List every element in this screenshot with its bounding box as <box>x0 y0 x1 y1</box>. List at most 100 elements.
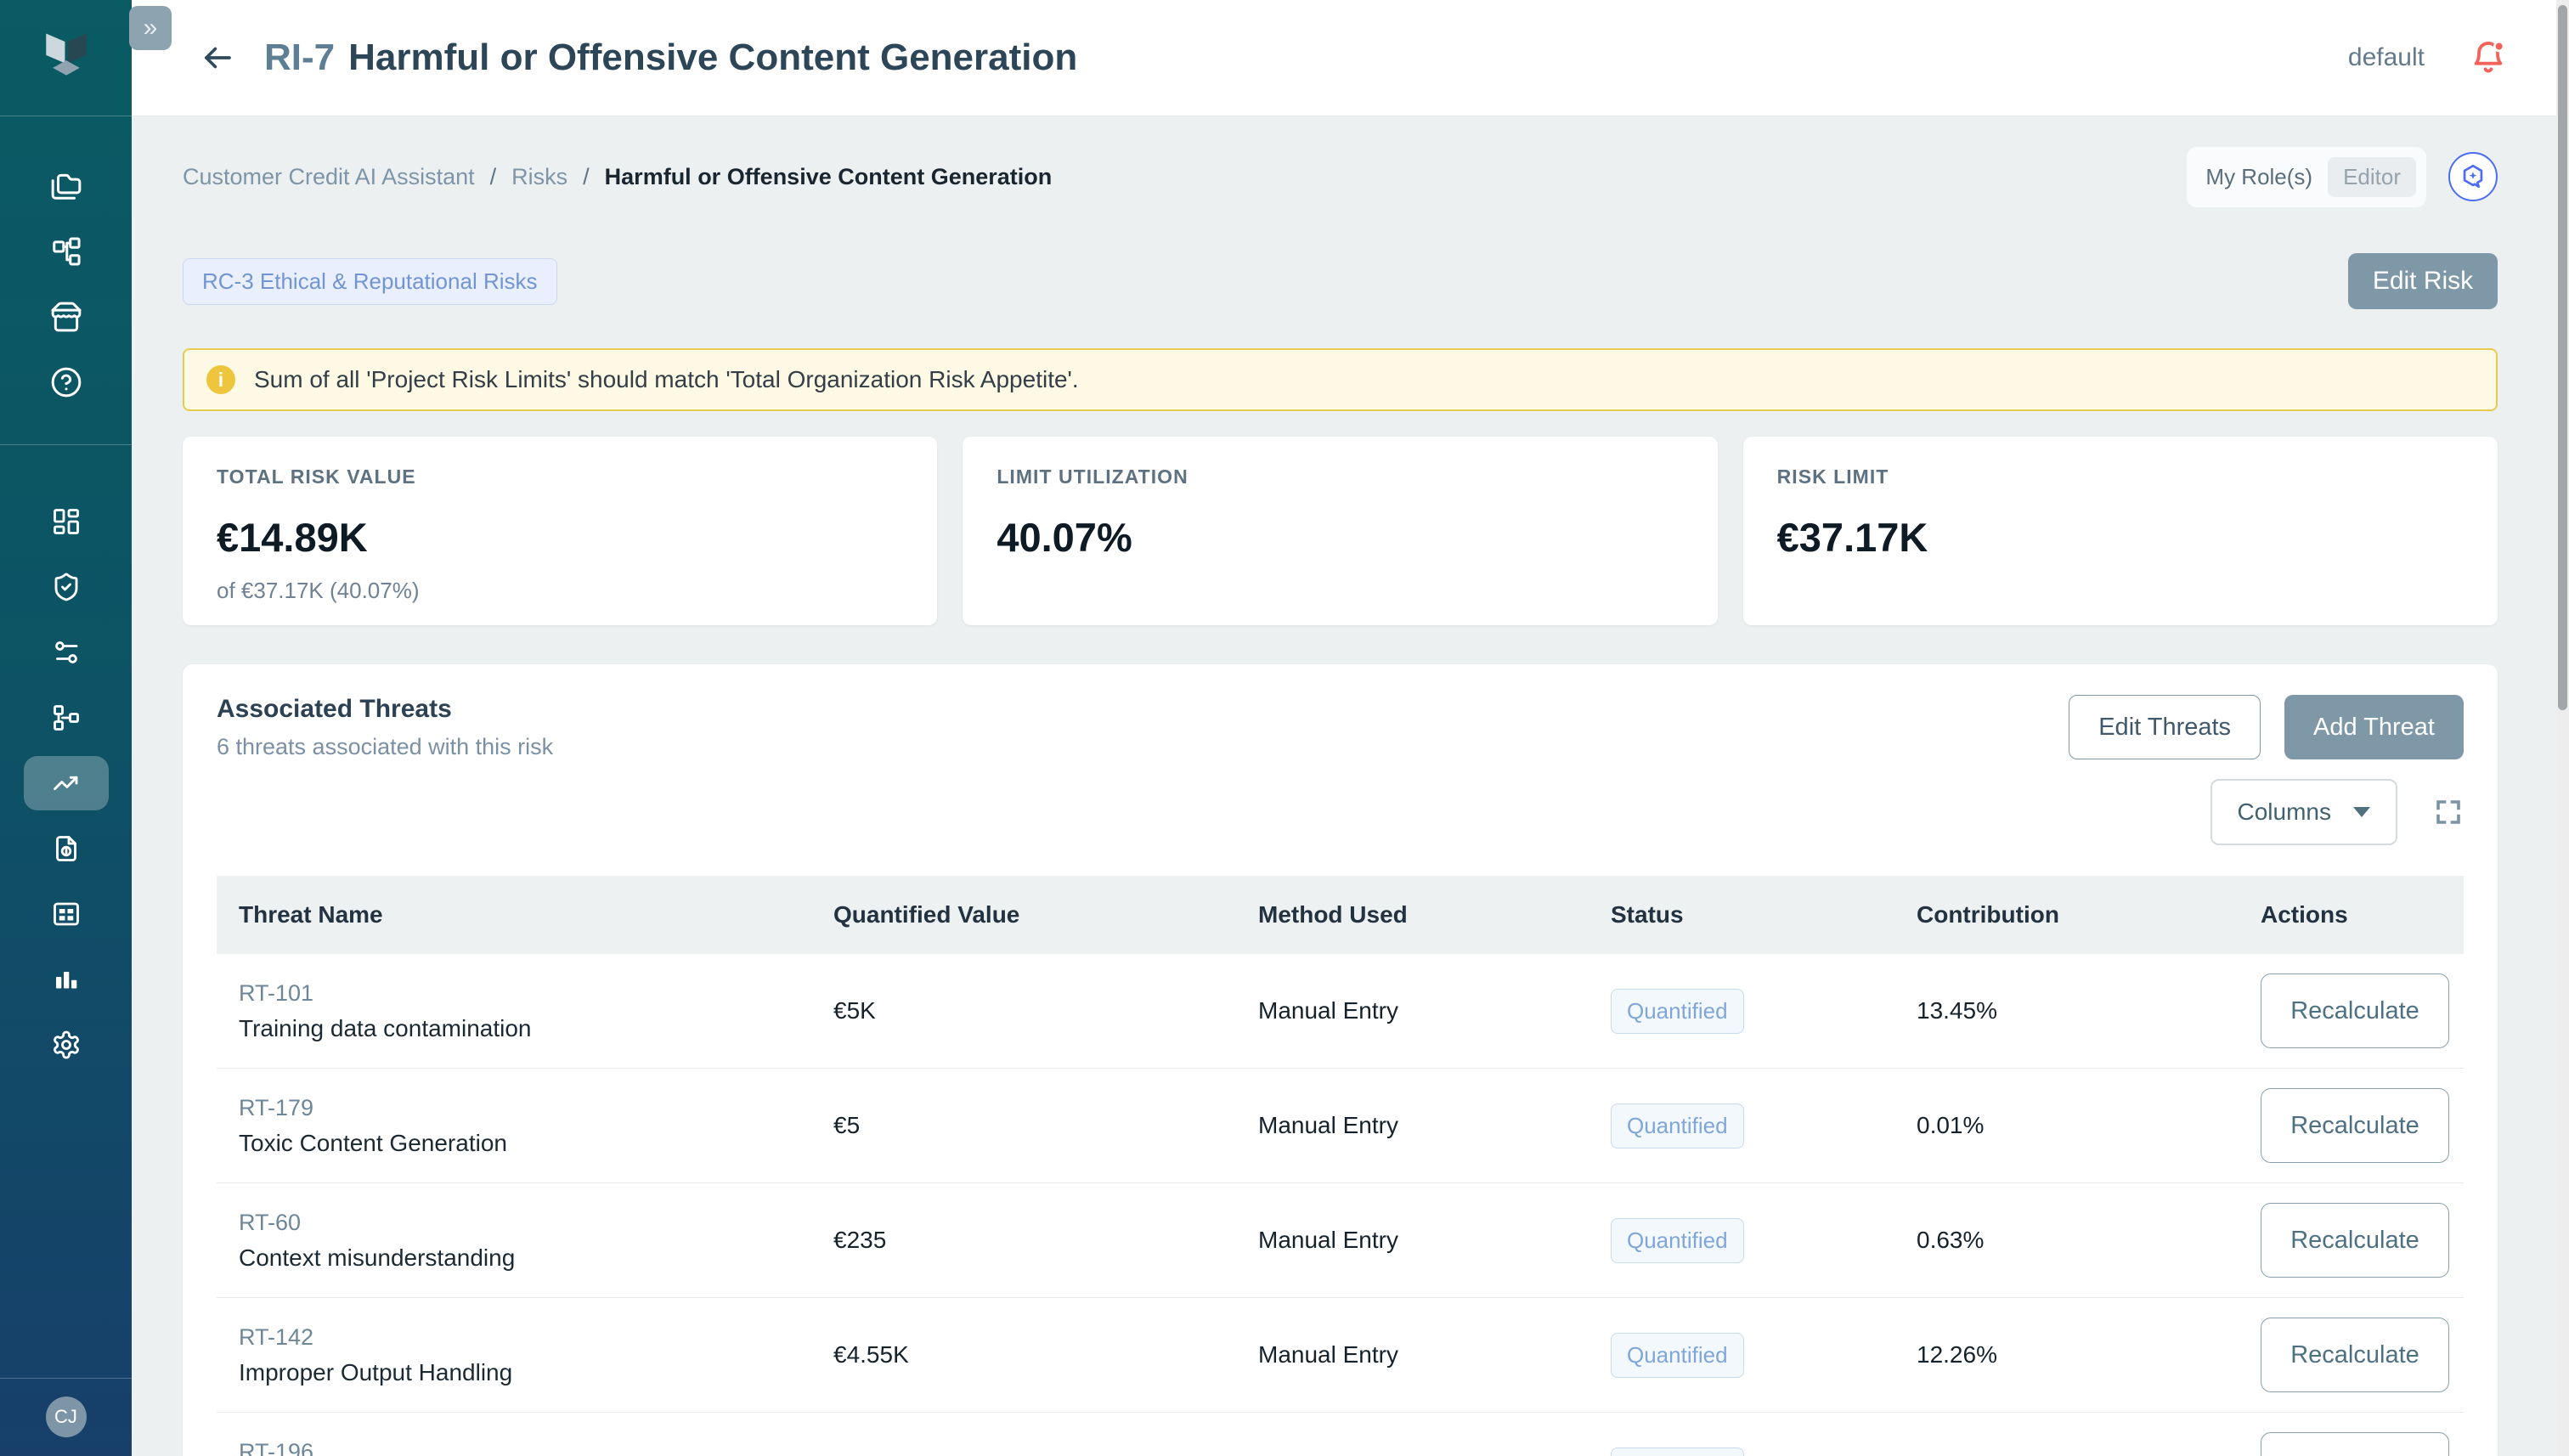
breadcrumb: Customer Credit AI Assistant / Risks / H… <box>183 164 1052 190</box>
column-header-threat-name: Threat Name <box>217 901 811 928</box>
bar-chart-icon <box>51 964 82 995</box>
threat-cell: RT-60 Context misunderstanding <box>217 1210 811 1272</box>
sidebar-item-tables[interactable] <box>24 887 109 941</box>
actions-cell: Recalculate <box>2239 1203 2464 1278</box>
bell-icon <box>2469 38 2508 77</box>
stat-label: TOTAL RISK VALUE <box>217 466 903 488</box>
breadcrumb-risks-link[interactable]: Risks <box>511 164 567 190</box>
flowchart-icon <box>51 703 82 733</box>
fullscreen-icon <box>2433 797 2464 827</box>
threat-id-link[interactable]: RT-142 <box>239 1324 811 1351</box>
recalculate-button[interactable]: Recalculate <box>2261 1318 2449 1392</box>
notifications-button[interactable] <box>2469 38 2508 77</box>
threat-id-link[interactable]: RT-101 <box>239 980 811 1007</box>
sidebar-item-workflow[interactable] <box>24 224 109 279</box>
status-badge: Quantified <box>1611 1218 1744 1263</box>
columns-dropdown[interactable]: Columns <box>2210 779 2397 845</box>
method-used: Manual Entry <box>1236 997 1589 1024</box>
contribution: 13.45% <box>1894 997 2239 1024</box>
shield-check-icon <box>51 572 82 602</box>
scrollbar-track <box>2556 0 2569 1456</box>
topbar-right: default <box>2343 38 2508 77</box>
threat-id-link[interactable]: RT-179 <box>239 1095 811 1121</box>
sidebar-item-settings[interactable] <box>24 1018 109 1072</box>
back-button[interactable] <box>200 40 235 76</box>
ai-assistant-button[interactable] <box>2448 152 2498 201</box>
associated-threats-card: Associated Threats 6 threats associated … <box>183 664 2498 1456</box>
breadcrumb-project-link[interactable]: Customer Credit AI Assistant <box>183 164 475 190</box>
column-header-status: Status <box>1589 901 1894 928</box>
threat-id-link[interactable]: RT-196 <box>239 1439 811 1456</box>
sidebar-item-schema[interactable] <box>24 691 109 745</box>
status-badge: Quantified <box>1611 1103 1744 1148</box>
risk-title: Harmful or Offensive Content Generation <box>348 37 1077 79</box>
chevron-down-icon <box>2353 807 2370 817</box>
scrollbar-thumb[interactable] <box>2558 5 2567 710</box>
document-attachment-icon <box>51 833 82 864</box>
table-icon <box>51 899 82 929</box>
sidebar-item-dashboard[interactable] <box>24 494 109 549</box>
sidebar-item-controls[interactable] <box>24 625 109 680</box>
stat-label: LIMIT UTILIZATION <box>997 466 1683 488</box>
sliders-icon <box>51 637 82 668</box>
recalculate-button[interactable]: Recalculate <box>2261 1203 2449 1278</box>
status-badge: Quantified <box>1611 989 1744 1034</box>
table-row: RT-179 Toxic Content Generation €5 Manua… <box>217 1069 2464 1183</box>
ai-assistant-icon <box>2459 162 2487 191</box>
sidebar-item-reports[interactable] <box>24 952 109 1007</box>
table-row: RT-60 Context misunderstanding €235 Manu… <box>217 1183 2464 1298</box>
edit-risk-button[interactable]: Edit Risk <box>2348 253 2498 309</box>
dashboard-icon <box>51 506 82 537</box>
help-icon <box>50 366 82 398</box>
threat-name: Improper Output Handling <box>239 1359 811 1386</box>
sidebar-item-marketplace[interactable] <box>24 290 109 344</box>
sidebar-item-evidence[interactable] <box>24 821 109 876</box>
threat-id-link[interactable]: RT-60 <box>239 1210 811 1236</box>
table-controls: Columns <box>217 779 2464 845</box>
recalculate-button[interactable]: Recalculate <box>2261 973 2449 1048</box>
add-threat-button[interactable]: Add Threat <box>2284 695 2464 759</box>
status-cell: Quantified <box>1589 1448 1894 1456</box>
user-avatar[interactable]: CJ <box>46 1397 87 1437</box>
page-title: RI-7 Harmful or Offensive Content Genera… <box>264 37 1077 79</box>
trend-up-icon <box>51 768 82 799</box>
sidebar-item-compliance[interactable] <box>24 560 109 614</box>
status-cell: Quantified <box>1589 1333 1894 1378</box>
sidebar-item-help[interactable] <box>24 355 109 409</box>
risk-category-tag[interactable]: RC-3 Ethical & Reputational Risks <box>183 258 557 305</box>
edit-threats-button[interactable]: Edit Threats <box>2069 695 2261 759</box>
stat-card-total-risk-value: TOTAL RISK VALUE €14.89K of €37.17K (40.… <box>183 437 937 625</box>
stat-card-limit-utilization: LIMIT UTILIZATION 40.07% <box>963 437 1717 625</box>
column-header-method-used: Method Used <box>1236 901 1589 928</box>
recalculate-button[interactable]: Recalculate <box>2261 1088 2449 1163</box>
folders-icon <box>50 170 82 202</box>
main-content: Customer Credit AI Assistant / Risks / H… <box>132 117 2569 1456</box>
role-badge: Editor <box>2328 157 2416 197</box>
status-cell: Quantified <box>1589 1218 1894 1263</box>
gear-icon <box>51 1030 82 1060</box>
stat-value: €37.17K <box>1777 514 2464 561</box>
recalculate-button[interactable]: Recalculate <box>2261 1432 2449 1456</box>
breadcrumb-separator: / <box>490 164 497 190</box>
workspace-selector[interactable]: default <box>2343 42 2430 73</box>
stat-subtext: of €37.17K (40.07%) <box>217 578 903 604</box>
stat-card-risk-limit: RISK LIMIT €37.17K <box>1743 437 2498 625</box>
app-logo <box>0 0 132 116</box>
sidebar-nav-main <box>0 445 132 1072</box>
fullscreen-button[interactable] <box>2433 797 2464 827</box>
threats-title: Associated Threats <box>217 695 553 724</box>
table-row: RT-101 Training data contamination €5K M… <box>217 954 2464 1069</box>
status-badge: Quantified <box>1611 1333 1744 1378</box>
quantified-value: €5K <box>811 997 1236 1024</box>
breadcrumb-right: My Role(s) Editor <box>2187 147 2498 207</box>
app-root: CJ » RI-7 Harmful or Offensive Content G… <box>0 0 2569 1456</box>
risk-id: RI-7 <box>264 37 335 79</box>
threat-cell: RT-179 Toxic Content Generation <box>217 1095 811 1157</box>
sidebar-item-risk-trend[interactable] <box>24 756 109 810</box>
actions-cell: Recalculate <box>2239 1318 2464 1392</box>
status-cell: Quantified <box>1589 989 1894 1034</box>
sidebar-item-projects[interactable] <box>24 159 109 213</box>
storefront-icon <box>50 301 82 333</box>
tag-row: RC-3 Ethical & Reputational Risks Edit R… <box>183 253 2498 309</box>
sidebar-expand-button[interactable]: » <box>129 6 172 50</box>
